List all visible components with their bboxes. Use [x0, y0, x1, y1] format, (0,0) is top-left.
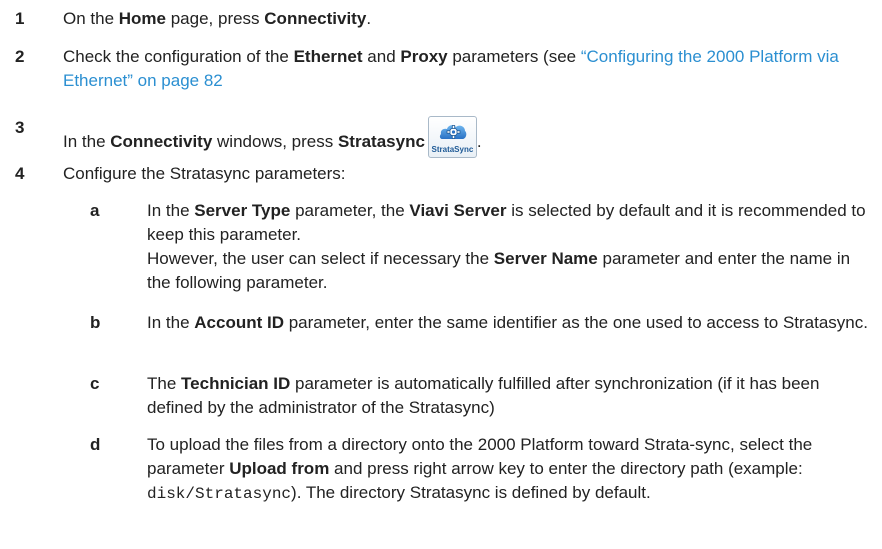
step-text: Check the configuration of the Ethernet …	[63, 47, 839, 90]
step-number: 1	[15, 9, 25, 28]
step-number: 3	[15, 118, 25, 137]
substep-text: The Technician ID parameter is automatic…	[147, 374, 820, 417]
step-text: In the Connectivity windows, press Strat…	[63, 116, 868, 158]
substep-text: To upload the files from a directory ont…	[147, 435, 813, 503]
stratasync-icon-label: StrataSync	[431, 145, 474, 154]
substep-letter: d	[90, 435, 101, 454]
step-number: 4	[15, 164, 25, 183]
step-text: On the Home page, press Connectivity.	[63, 9, 372, 28]
substep-letter: b	[90, 313, 101, 332]
substep-letter: c	[90, 374, 100, 393]
substep-text: In the Server Type parameter, the Viavi …	[147, 201, 866, 292]
step-text: Configure the Stratasync parameters:	[63, 164, 346, 183]
step-number: 2	[15, 47, 25, 66]
substep-letter: a	[90, 201, 100, 220]
stratasync-icon[interactable]: StrataSync	[427, 116, 477, 158]
substep-text: In the Account ID parameter, enter the s…	[147, 313, 868, 332]
directory-path: disk/Stratasync	[147, 485, 292, 503]
